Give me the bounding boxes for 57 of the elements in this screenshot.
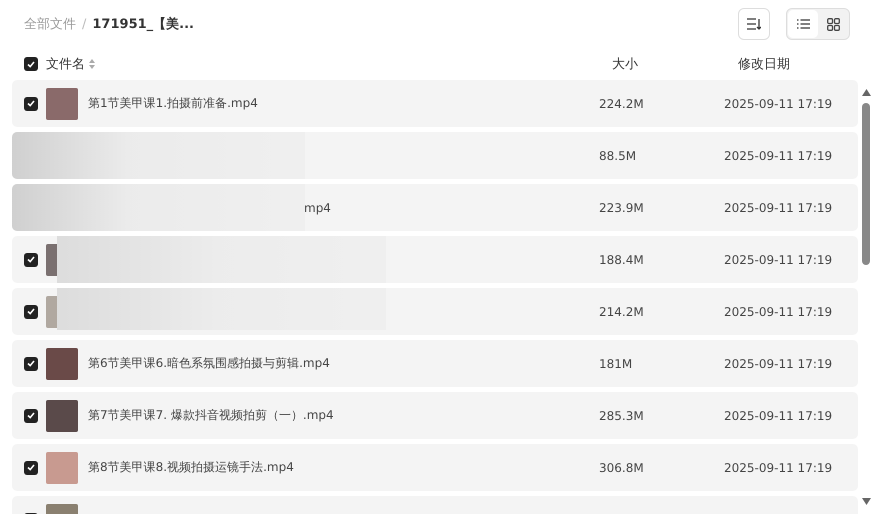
file-row[interactable]: 第1节美甲课1.拍摄前准备.mp4 224.2M 2025-09-11 17:19 bbox=[12, 80, 858, 127]
row-checkbox[interactable] bbox=[24, 408, 38, 422]
row-checkbox[interactable] bbox=[24, 356, 38, 370]
modified-date: 2025-09-11 17:19 bbox=[724, 356, 832, 370]
check-icon bbox=[27, 308, 35, 315]
modified-date: 2025-09-11 17:19 bbox=[724, 252, 832, 266]
file-size: 88.5M bbox=[599, 148, 636, 162]
file-row[interactable]: 88.5M 2025-09-11 17:19 bbox=[12, 132, 858, 179]
file-size: 214.2M bbox=[599, 304, 644, 318]
video-thumbnail bbox=[46, 348, 78, 380]
video-thumbnail bbox=[46, 452, 78, 484]
file-size: 181M bbox=[599, 356, 632, 370]
file-row[interactable]: 第8节美甲课8.视频拍摄运镜手法.mp4 306.8M 2025-09-11 17:19 bbox=[12, 444, 858, 491]
file-size: 223.9M bbox=[599, 200, 644, 214]
file-size: 224.2M bbox=[599, 96, 644, 110]
modified-date: 2025-09-11 17:19 bbox=[724, 148, 832, 162]
file-size: 285.3M bbox=[599, 408, 644, 422]
file-row[interactable]: 188.4M 2025-09-11 17:19 bbox=[12, 236, 858, 283]
check-icon bbox=[27, 464, 35, 471]
row-checkbox[interactable] bbox=[24, 96, 38, 110]
file-row[interactable]: 第6节美甲课6.暗色系氛围感拍摄与剪辑.mp4 181M 2025-09-11 17:19 bbox=[12, 340, 858, 387]
modified-date: 2025-09-11 17:19 bbox=[724, 96, 832, 110]
file-name: 第1节美甲课1.拍摄前准备.mp4 bbox=[88, 96, 258, 110]
file-size: 306.8M bbox=[599, 460, 644, 474]
check-icon bbox=[27, 360, 35, 367]
file-name: 第7节美甲课7. 爆款抖音视频拍剪（一）.mp4 bbox=[88, 408, 334, 422]
breadcrumb-current: 171951_【美... bbox=[92, 16, 194, 33]
file-row[interactable]: mp4 223.9M 2025-09-11 17:19 bbox=[12, 184, 858, 231]
row-checkbox[interactable] bbox=[24, 304, 38, 318]
modified-date: 2025-09-11 17:19 bbox=[724, 460, 832, 474]
check-icon bbox=[27, 100, 35, 107]
sort-button[interactable] bbox=[738, 8, 770, 40]
column-header: 大小 bbox=[612, 56, 638, 73]
video-thumbnail bbox=[46, 400, 78, 432]
grid-icon bbox=[826, 18, 840, 30]
check-icon bbox=[27, 412, 35, 419]
column-header: 修改日期 bbox=[738, 56, 790, 73]
check-icon bbox=[27, 60, 35, 68]
column-header[interactable]: 文件名 bbox=[46, 55, 85, 73]
row-checkbox[interactable] bbox=[24, 460, 38, 474]
row-checkbox[interactable] bbox=[24, 252, 38, 266]
file-name: 第6节美甲课6.暗色系氛围感拍摄与剪辑.mp4 bbox=[88, 356, 330, 370]
file-row[interactable]: 第7节美甲课7. 爆款抖音视频拍剪（一）.mp4 285.3M 2025-09-11 17:19 bbox=[12, 392, 858, 439]
check-icon bbox=[27, 256, 35, 263]
file-row[interactable]: 214.2M 2025-09-11 17:19 bbox=[12, 288, 858, 335]
breadcrumb-separator: / bbox=[82, 16, 86, 32]
file-name: 第8节美甲课8.视频拍摄运镜手法.mp4 bbox=[88, 460, 294, 474]
modified-date: 2025-09-11 17:19 bbox=[724, 408, 832, 422]
video-thumbnail bbox=[46, 88, 78, 120]
sort-icon bbox=[747, 18, 761, 30]
file-name: mp4 bbox=[304, 200, 331, 214]
file-size: 188.4M bbox=[599, 252, 644, 266]
select-all-checkbox[interactable] bbox=[24, 57, 38, 71]
modified-date: 2025-09-11 17:19 bbox=[724, 304, 832, 318]
list-icon bbox=[796, 19, 810, 29]
modified-date: 2025-09-11 17:19 bbox=[724, 200, 832, 214]
list-view-button[interactable] bbox=[788, 10, 818, 38]
